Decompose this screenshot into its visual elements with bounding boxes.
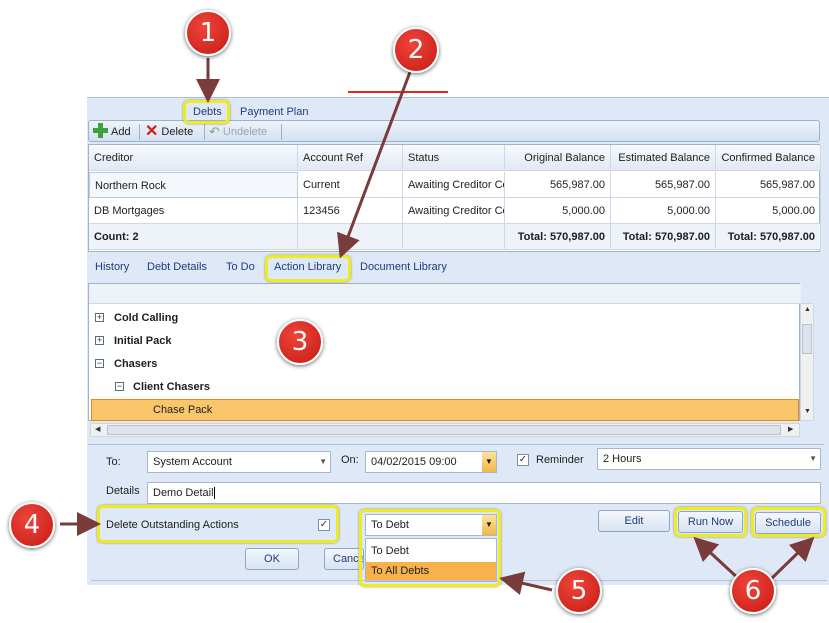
callout-6: 6 (730, 568, 776, 614)
callout-5: 5 (556, 568, 602, 614)
callout-1: 1 (185, 10, 231, 56)
callout-2: 2 (393, 27, 439, 73)
arrow-2 (337, 71, 412, 259)
arrow-5 (499, 571, 553, 596)
annotation-arrows (60, 58, 815, 596)
callout-4: 4 (9, 502, 55, 548)
arrow-6a (693, 536, 742, 582)
callout-3: 3 (277, 319, 323, 365)
arrow-6b (768, 536, 815, 582)
